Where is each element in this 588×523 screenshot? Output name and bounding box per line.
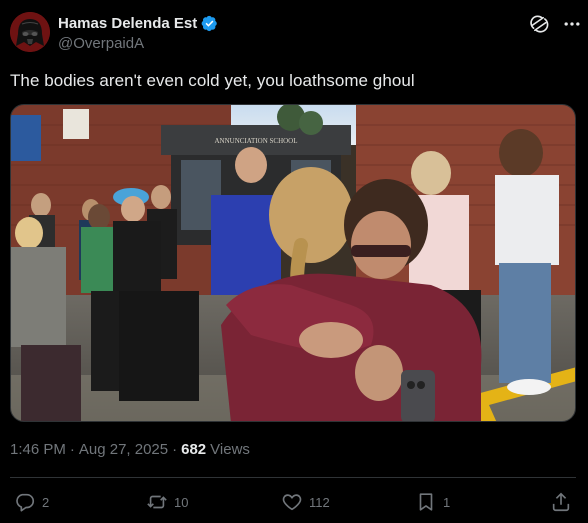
meta-separator: ·	[69, 441, 75, 458]
school-sign-text: ANNUNCIATION SCHOOL	[214, 137, 297, 145]
tweet-time[interactable]: 1:46 PM	[10, 441, 66, 458]
grok-icon[interactable]	[529, 14, 549, 34]
share-icon	[552, 492, 570, 512]
heart-icon	[282, 494, 302, 511]
tweet-card: Hamas Delenda Est @OverpaidA The bodies …	[0, 0, 588, 523]
darth-vader-avatar-icon	[10, 12, 50, 52]
photo-hugging-people-image: ANNUNCIATION SCHOOL	[11, 105, 575, 421]
views-label: Views	[210, 441, 250, 458]
author-display-name[interactable]: Hamas Delenda Est	[58, 15, 197, 32]
like-count: 112	[309, 494, 330, 510]
more-options-icon[interactable]	[562, 14, 582, 34]
verified-badge-icon	[201, 15, 217, 32]
author-avatar[interactable]	[10, 12, 50, 52]
repost-button[interactable]: 10	[146, 491, 188, 513]
bookmark-icon	[419, 493, 433, 511]
reply-icon	[16, 493, 35, 512]
tweet-text: The bodies aren't even cold yet, you loa…	[10, 71, 415, 90]
author-name-row: Hamas Delenda Est	[58, 15, 218, 32]
reply-button[interactable]: 2	[14, 491, 49, 513]
author-handle[interactable]: @OverpaidA	[58, 35, 144, 52]
meta-separator: ·	[172, 441, 178, 458]
tweet-photo[interactable]: ANNUNCIATION SCHOOL	[10, 104, 576, 422]
reply-count: 2	[42, 494, 50, 510]
repost-icon	[147, 495, 167, 509]
repost-count: 10	[174, 494, 189, 510]
tweet-metadata: 1:46 PM · Aug 27, 2025 · 682 Views	[10, 441, 250, 458]
bookmark-button[interactable]: 1	[415, 491, 450, 513]
views-count: 682	[181, 441, 207, 458]
share-button[interactable]	[550, 491, 572, 513]
like-button[interactable]: 112	[281, 491, 330, 513]
divider	[10, 477, 576, 478]
bookmark-count: 1	[443, 494, 451, 510]
tweet-date[interactable]: Aug 27, 2025	[79, 441, 168, 458]
